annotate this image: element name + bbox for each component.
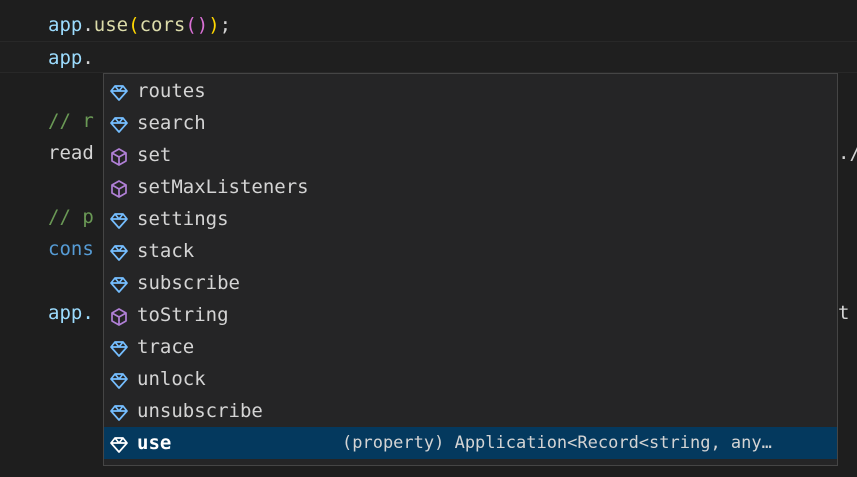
- property-cube-icon: [109, 401, 129, 421]
- property-cube-icon: [109, 369, 129, 389]
- suggestion-item-settings[interactable]: settings: [104, 203, 837, 235]
- code-token-partially-hidden: ./: [838, 142, 857, 164]
- suggestion-label: routes: [137, 80, 206, 102]
- code-token: // r: [48, 110, 94, 132]
- code-line-text: cons: [48, 233, 94, 265]
- autocomplete-suggestion-widget[interactable]: routes search set setMaxListeners settings st…: [103, 73, 838, 466]
- code-line-text: app.use(cors());: [48, 9, 231, 41]
- code-token-partially-hidden: t: [838, 302, 850, 324]
- suggestion-label: search: [137, 112, 206, 134]
- code-token: use: [93, 14, 129, 36]
- code-token: cons: [48, 238, 94, 260]
- suggestion-label: stack: [137, 240, 195, 262]
- method-cube-icon: [109, 305, 129, 326]
- property-cube-icon: [109, 241, 129, 261]
- suggestion-label: use: [137, 432, 172, 454]
- property-cube-icon: [109, 337, 129, 357]
- code-token: ;: [219, 14, 232, 36]
- method-cube-icon: [109, 145, 129, 166]
- property-cube-icon: [109, 273, 129, 293]
- suggestion-label: unlock: [137, 368, 206, 390]
- code-token: .: [82, 47, 94, 69]
- suggestion-label: setMaxListeners: [137, 176, 309, 198]
- property-cube-icon: [109, 81, 129, 101]
- suggestion-label: settings: [137, 208, 229, 230]
- suggestion-label: unsubscribe: [137, 400, 263, 422]
- code-token: (): [185, 14, 209, 36]
- suggestion-item-unlock[interactable]: unlock: [104, 363, 837, 395]
- suggestion-item-setmaxlisteners[interactable]: setMaxListeners: [104, 171, 837, 203]
- suggestion-label: toString: [137, 304, 229, 326]
- suggestion-item-routes[interactable]: routes: [104, 75, 837, 107]
- suggestion-item-stack[interactable]: stack: [104, 235, 837, 267]
- code-token: app: [48, 47, 83, 69]
- code-token: app: [48, 14, 83, 36]
- suggestion-item-unsubscribe[interactable]: unsubscribe: [104, 395, 837, 427]
- suggestion-label: trace: [137, 336, 195, 358]
- code-line-text: app.: [48, 42, 94, 74]
- code-line-text: // p: [48, 201, 94, 233]
- code-line-text: read: [48, 137, 94, 169]
- suggestion-item-use[interactable]: use (property) Application<Record<string,…: [104, 427, 837, 459]
- code-token: (: [128, 14, 140, 36]
- code-line-text: // r: [48, 105, 94, 137]
- property-cube-icon: [109, 433, 129, 453]
- suggestion-item-set[interactable]: set: [104, 139, 837, 171]
- code-token: // p: [48, 206, 94, 228]
- method-cube-icon: [109, 177, 129, 198]
- suggestion-item-search[interactable]: search: [104, 107, 837, 139]
- property-cube-icon: [109, 113, 129, 133]
- code-line-text: app.: [48, 297, 94, 329]
- code-line[interactable]: app.: [0, 41, 857, 73]
- suggestion-item-tostring[interactable]: toString: [104, 299, 837, 331]
- code-token: app.: [48, 302, 94, 324]
- suggestion-item-subscribe[interactable]: subscribe: [104, 267, 837, 299]
- suggestion-label: set: [137, 144, 172, 166]
- suggestion-label: subscribe: [137, 272, 240, 294]
- code-line[interactable]: app.use(cors());: [0, 9, 857, 41]
- suggestion-type-detail: (property) Application<Record<string, an…: [342, 433, 772, 453]
- code-token: ): [208, 14, 220, 36]
- code-token: .: [82, 14, 94, 36]
- property-cube-icon: [109, 209, 129, 229]
- code-token: cors: [139, 14, 186, 36]
- code-token: read: [48, 142, 94, 164]
- suggestion-item-trace[interactable]: trace: [104, 331, 837, 363]
